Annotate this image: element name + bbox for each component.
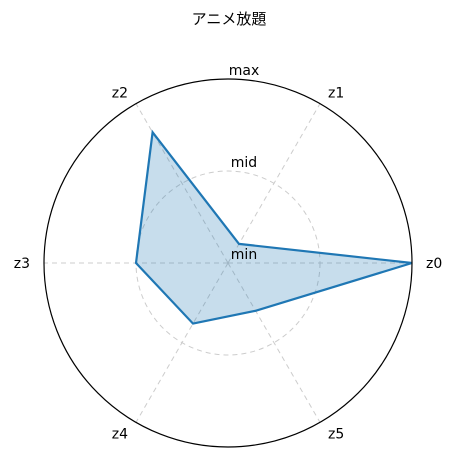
- radar-chart: アニメ放題 z0 z1 z2 z3 z4 z5 min mid max: [14, 10, 442, 448]
- radial-label-min: min: [231, 247, 257, 263]
- axis-label-z2: z2: [112, 86, 128, 102]
- radial-label-mid: mid: [231, 155, 257, 171]
- chart-title: アニメ放題: [192, 10, 267, 28]
- radial-label-max: max: [229, 63, 260, 79]
- axis-label-z0: z0: [426, 256, 442, 272]
- series-layer: [134, 129, 413, 325]
- series-area: [136, 132, 412, 324]
- axis-label-z3: z3: [14, 256, 30, 272]
- axis-label-z5: z5: [328, 426, 344, 442]
- axis-label-z1: z1: [328, 86, 344, 102]
- grid-spoke: [227, 103, 321, 264]
- axis-label-z4: z4: [112, 426, 128, 442]
